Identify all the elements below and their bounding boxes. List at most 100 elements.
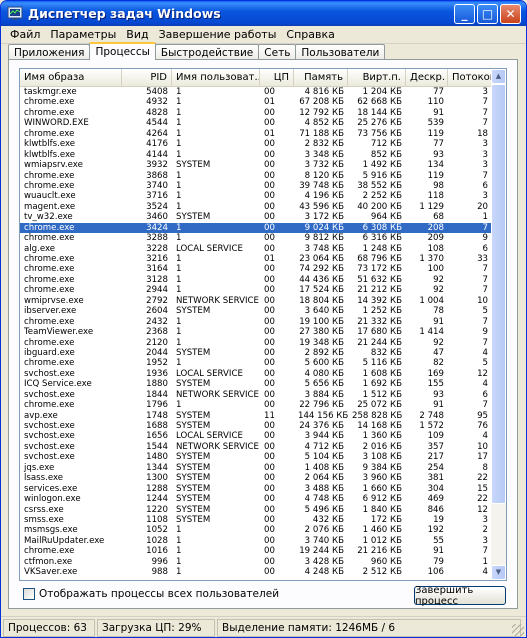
process-row[interactable]: svchost.exe 1544 NETWORK SERVICE 00 4 712 КБ… [20,442,492,452]
maximize-button[interactable]: □ [477,4,498,24]
cell-threads: 3 [482,160,488,171]
process-row[interactable]: smss.exe 1108 SYSTEM 00 432 КБ 172 КБ 19 3 [20,515,492,525]
process-row[interactable]: klwtblfs.exe 4144 1 00 3 348 КБ 852 КБ 93 3 [20,150,492,160]
process-row[interactable]: svchost.exe 1688 SYSTEM 00 24 376 КБ 14 168 К… [20,421,492,431]
process-row[interactable]: alg.exe 3228 LOCAL SERVICE 00 3 748 КБ 1 248 … [20,244,492,254]
vertical-scrollbar[interactable]: ▲ ▼ [491,69,506,580]
scroll-down-icon[interactable]: ▼ [491,565,506,580]
process-row[interactable]: lsass.exe 1300 SYSTEM 00 2 064 КБ 3 960 КБ 381… [20,473,492,483]
cell-cpu: 00 [264,431,275,442]
process-row[interactable]: chrome.exe 4932 1 01 67 208 КБ 62 668 КБ 110 7 [20,97,492,107]
process-row[interactable]: MailRuUpdater.exe 1028 1 00 3 740 КБ 1 012 КБ… [20,536,492,546]
process-row[interactable]: msmsgs.exe 1052 1 00 2 076 КБ 1 460 КБ 192 2 [20,525,492,535]
tab-processes[interactable]: Процессы [89,42,156,60]
process-row[interactable]: winlogon.exe 1244 SYSTEM 00 4 748 КБ 6 912 КБ… [20,494,492,504]
status-commit: Выделение памяти: 1246МБ / 6 [217,618,521,637]
process-row[interactable]: chrome.exe 3424 1 00 9 024 КБ 6 308 КБ 208 7 [20,222,492,234]
process-row[interactable]: wuauclt.exe 3716 1 00 4 196 КБ 2 252 КБ 118 3 [20,191,492,201]
column-pid[interactable]: PID [122,69,172,87]
process-row[interactable]: chrome.exe 1952 1 00 5 600 КБ 5 116 КБ 82 5 [20,358,492,368]
task-manager-window: Диспетчер задач Windows _ □ ✕ Файл Парам… [0,0,527,638]
process-row[interactable]: chrome.exe 4264 1 01 71 188 КБ 73 756 КБ 119 18 [20,129,492,139]
process-row[interactable]: WINWORD.EXE 4544 1 00 4 852 КБ 25 276 КБ 539 7 [20,118,492,128]
column-memory[interactable]: Память [294,69,348,87]
menu-file[interactable]: Файл [5,28,45,41]
cell-threads: 6 [482,243,488,254]
cell-image-name: chrome.exe [24,222,75,233]
cell-cpu: 00 [264,149,275,160]
process-row[interactable]: services.exe 1288 SYSTEM 00 3 488 КБ 1 660 КБ… [20,484,492,494]
process-row[interactable]: avp.exe 1748 SYSTEM 11 144 156 КБ 258 828 КБ 2… [20,411,492,421]
process-row[interactable]: wmiprvse.exe 2792 NETWORK SERVICE 00 18 804 … [20,296,492,306]
process-row[interactable]: svchost.exe 1656 LOCAL SERVICE 00 3 944 КБ 1 … [20,431,492,441]
process-list[interactable]: Имя образа PID Имя пользоват... ЦП Памят… [19,68,507,581]
resize-grip-icon[interactable] [512,624,524,636]
menu-help[interactable]: Справка [281,28,339,41]
column-threads[interactable]: Потоков [448,69,492,87]
process-row[interactable]: svchost.exe 1844 NETWORK SERVICE 00 3 884 КБ… [20,390,492,400]
process-row[interactable]: ibguard.exe 2044 SYSTEM 00 2 892 КБ 832 КБ 47 4 [20,348,492,358]
process-row[interactable]: chrome.exe 1796 1 00 22 796 КБ 25 072 КБ 91 7 [20,400,492,410]
process-row[interactable]: taskmgr.exe 5408 1 00 4 816 КБ 1 204 КБ 77 3 [20,87,492,97]
process-row[interactable]: chrome.exe 3740 1 00 39 748 КБ 38 552 КБ 98 6 [20,181,492,191]
show-all-users-checkbox[interactable] [23,588,35,600]
process-row[interactable]: svchost.exe 1936 LOCAL SERVICE 00 4 080 КБ 1 … [20,369,492,379]
cell-cpu: 11 [264,410,275,421]
cell-virtual-memory: 1 660 КБ [362,483,402,494]
process-row[interactable]: jqs.exe 1344 SYSTEM 00 1 408 КБ 9 384 КБ 254 8 [20,463,492,473]
process-row[interactable]: chrome.exe 1016 1 00 19 244 КБ 21 216 КБ 91 7 [20,546,492,556]
cell-threads: 20 [477,201,488,212]
minimize-button[interactable]: _ [454,4,475,24]
scroll-up-icon[interactable]: ▲ [491,69,506,84]
process-row[interactable]: chrome.exe 2120 1 00 19 348 КБ 21 244 КБ 92 7 [20,338,492,348]
cell-image-name: jqs.exe [24,462,55,473]
cell-handles: 1 004 [419,295,444,306]
menu-view[interactable]: Вид [121,28,153,41]
process-row[interactable]: chrome.exe 4828 1 00 12 792 КБ 18 144 КБ 91 7 [20,108,492,118]
process-row[interactable]: magent.exe 3524 1 00 43 596 КБ 40 200 КБ 1 129… [20,202,492,212]
process-row[interactable]: tv_w32.exe 3460 SYSTEM 00 3 172 КБ 964 КБ 68 1 [20,212,492,222]
process-row[interactable]: chrome.exe 3868 1 00 8 120 КБ 5 916 КБ 119 7 [20,171,492,181]
process-row[interactable]: chrome.exe 3216 1 01 23 064 КБ 68 796 КБ 1 370… [20,254,492,264]
process-row[interactable]: ctfmon.exe 996 1 00 3 428 КБ 960 КБ 79 1 [20,557,492,567]
tab-applications[interactable]: Приложения [8,44,91,60]
tab-networking[interactable]: Сеть [258,44,297,60]
process-row[interactable]: TeamViewer.exe 2368 1 00 27 380 КБ 17 680 КБ 1… [20,327,492,337]
column-virtual-memory[interactable]: Вирт.п. [348,69,406,87]
cell-virtual-memory: 3 960 КБ [362,473,402,484]
column-image-name[interactable]: Имя образа [20,69,122,87]
cell-threads: 8 [482,462,488,473]
show-all-users-option[interactable]: Отображать процессы всех пользователей [23,588,279,600]
cell-handles: 217 [427,452,444,463]
process-row[interactable]: ICQ Service.exe 1880 SYSTEM 00 5 656 КБ 1 692… [20,379,492,389]
column-user-name[interactable]: Имя пользоват... [172,69,260,87]
cell-memory: 74 292 КБ [299,264,344,275]
column-cpu[interactable]: ЦП [260,69,294,87]
scrollbar-thumb[interactable] [491,84,506,504]
process-row[interactable]: svchost.exe 1480 SYSTEM 00 5 104 КБ 3 108 КБ 2… [20,452,492,462]
process-row[interactable]: csrss.exe 1220 SYSTEM 00 5 496 КБ 1 840 КБ 846… [20,505,492,515]
process-row[interactable]: chrome.exe 3128 1 00 44 436 КБ 51 632 КБ 92 7 [20,275,492,285]
process-row[interactable]: chrome.exe 2432 1 00 19 100 КБ 21 332 КБ 91 7 [20,317,492,327]
menu-options[interactable]: Параметры [45,28,121,41]
tab-users[interactable]: Пользователи [295,44,386,60]
cell-virtual-memory: 2 252 КБ [362,191,402,202]
process-row[interactable]: VKSaver.exe 988 1 00 4 248 КБ 2 512 КБ 106 4 [20,567,492,577]
process-row[interactable]: chrome.exe 3164 1 00 74 292 КБ 73 172 КБ 100 7 [20,264,492,274]
title-bar[interactable]: Диспетчер задач Windows _ □ ✕ [1,1,526,26]
process-row[interactable]: chrome.exe 2944 1 00 17 524 КБ 21 212 КБ 92 7 [20,285,492,295]
cell-cpu: 01 [264,128,275,139]
process-row[interactable]: wmiapsrv.exe 3932 SYSTEM 00 3 732 КБ 1 492 КБ… [20,160,492,170]
process-row[interactable]: ibserver.exe 2604 SYSTEM 00 3 640 КБ 1 252 КБ… [20,306,492,316]
menu-shutdown[interactable]: Завершение работы [154,28,282,41]
column-handles[interactable]: Дескр. [406,69,448,87]
cell-user: 1 [176,191,182,202]
process-row[interactable]: klwtblfs.exe 4176 1 00 2 832 КБ 712 КБ 77 3 [20,139,492,149]
close-button[interactable]: ✕ [500,4,521,24]
end-process-button[interactable]: Завершить процесс [414,585,506,607]
cell-pid: 2604 [146,306,168,317]
process-row[interactable]: chrome.exe 3288 1 00 9 812 КБ 6 316 КБ 209 9 [20,233,492,243]
cell-threads: 12 [477,368,488,379]
tab-performance[interactable]: Быстродействие [154,44,260,60]
cell-image-name: chrome.exe [24,180,75,191]
